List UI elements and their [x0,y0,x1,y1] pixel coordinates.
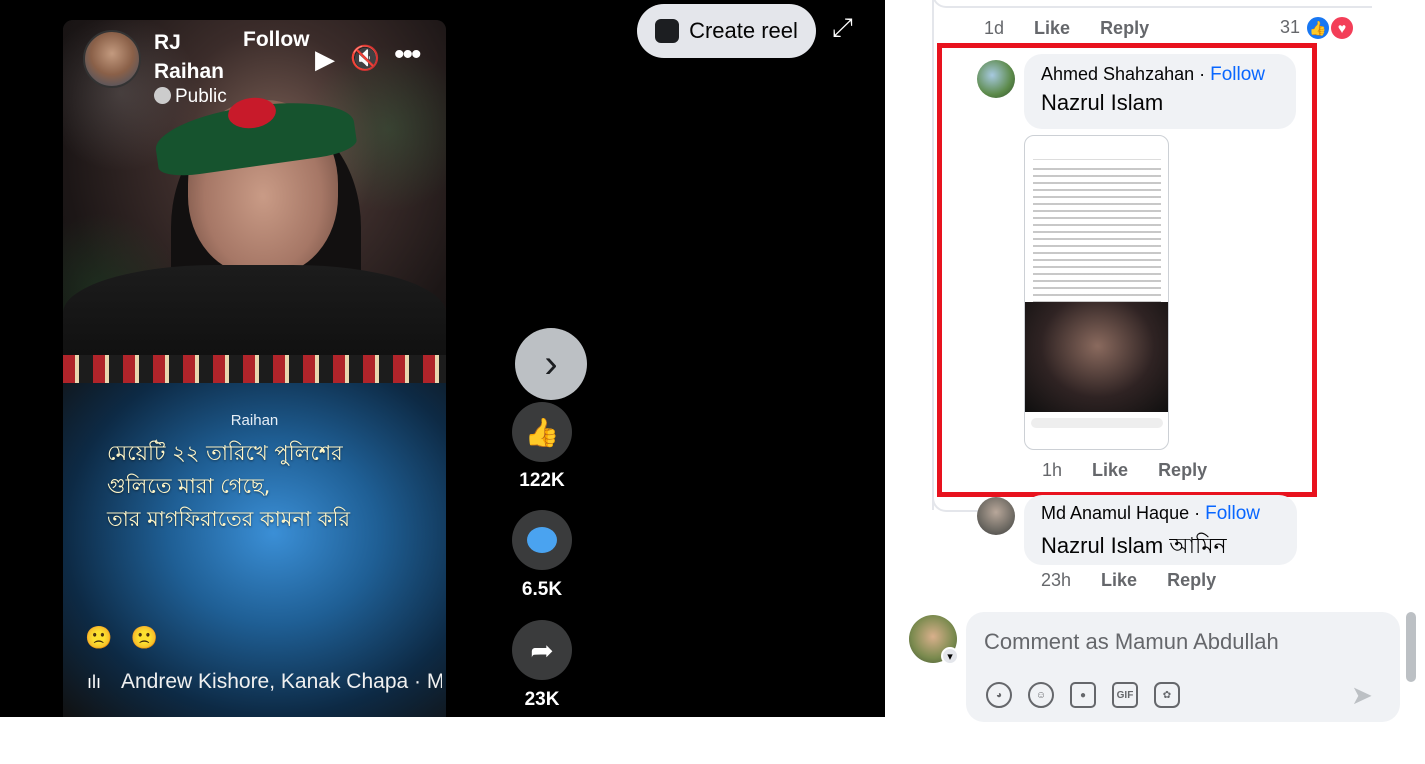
emoji-icon[interactable]: ☺ [1028,682,1054,708]
next-reel-button[interactable]: › [515,328,587,400]
love-reaction-icon: ♥ [1329,15,1355,41]
privacy-text: Public [175,86,227,107]
share-icon: ➦ [530,634,554,666]
comment-text[interactable]: Nazrul Islam আমিন [1041,529,1280,566]
thread-connector [932,0,1372,8]
follow-link[interactable]: Follow [1210,64,1265,85]
photo-scarf-pattern [63,355,446,383]
name-separator: · [1189,503,1206,523]
author-avatar[interactable] [83,30,141,88]
follow-link[interactable]: Follow [1205,503,1260,524]
comment-reply-link[interactable]: Reply [1167,570,1216,590]
comment-reply-link[interactable]: Reply [1158,460,1207,480]
caption-line: তার মাগফিরাতের কামনা করি [107,507,350,531]
reel-video[interactable]: Raihan মেয়েটি ২২ তারিখে পুলিশের গুলিতে … [63,20,446,717]
audio-wave-icon: ılı [87,672,102,692]
caption-line: মেয়েটি ২২ তারিখে পুলিশের [107,441,343,465]
attachment-header [1033,142,1161,160]
commenter-name[interactable]: Md Anamul Haque [1041,503,1189,523]
comment-count: 6.5K [521,579,563,600]
comment-meta: 1h Like Reply [1042,460,1207,481]
share-count: 23K [524,689,560,710]
music-row[interactable]: ılı Andrew Kishore, Kanak Chapa · M [87,670,442,694]
reel-icon [655,19,680,43]
share-button[interactable]: ➦ [512,620,572,680]
comment-like-link[interactable]: Like [1101,570,1137,590]
chevron-down-icon[interactable]: ▾ [941,647,959,665]
follow-button[interactable]: Follow [243,28,310,52]
comment-bubble: Md Anamul Haque · Follow Nazrul Islam আম… [1024,495,1297,565]
reel-area: Raihan মেয়েটি ২২ তারিখে পুলিশের গুলিতে … [0,0,885,717]
attachment-comment-bar [1031,418,1163,428]
caption-line: গুলিতে মারা গেছে, [107,474,271,498]
author-name[interactable]: RJ Raihan [154,28,234,86]
comment-text[interactable]: Nazrul Islam [1041,90,1279,116]
comments-panel: 1d Like Reply 31 👍 ♥ Ahmed Shahzahan · Fol… [885,0,1425,722]
expand-icon[interactable]: ⤢ [832,12,853,44]
comment-body: আমিন [1163,533,1227,558]
caption-emojis: 🙁 🙁 [85,625,164,650]
scrollbar[interactable] [1406,612,1416,682]
thread-line [932,0,934,510]
comment-header: Md Anamul Haque · Follow [1041,503,1280,525]
attachment-image [1025,302,1168,412]
commenter-avatar[interactable] [977,60,1015,98]
globe-icon [154,87,171,104]
comment-icon [527,527,557,553]
play-icon[interactable]: ▶ [315,44,335,75]
create-reel-button[interactable]: Create reel [637,4,816,58]
thumbs-up-icon: 👍 [524,416,560,448]
commenter-avatar[interactable] [977,497,1015,535]
name-separator: · [1194,64,1211,84]
like-button[interactable]: 👍 [512,402,572,462]
comment-time: 1d [984,18,1005,38]
comment-time: 1h [1042,460,1063,480]
comment-meta: 23h Like Reply [1041,570,1216,591]
create-reel-label: Create reel [689,18,798,43]
mentioned-name[interactable]: Nazrul Islam [1041,533,1163,558]
like-count: 122K [519,470,565,491]
comment-screenshot-attachment[interactable] [1024,135,1169,450]
gif-icon[interactable]: GIF [1112,682,1138,708]
commenter-name[interactable]: Ahmed Shahzahan [1041,64,1194,84]
reaction-count[interactable]: 31 [1280,17,1300,38]
comment-meta: 1d Like Reply [984,18,1149,39]
send-icon[interactable]: ➤ [1351,680,1373,711]
comment-bubble: Ahmed Shahzahan · Follow Nazrul Islam [1024,54,1296,129]
sticker-icon[interactable]: ✿ [1154,682,1180,708]
facebook-reel-viewer: Raihan মেয়েটি ২২ তারিখে পুলিশের গুলিতে … [0,0,1425,764]
music-title: Andrew Kishore, Kanak Chapa · M [121,670,442,693]
privacy-label: Public [154,86,227,108]
camera-icon[interactable]: ● [1070,682,1096,708]
comment-composer: ◕ ☺ ● GIF ✿ ➤ [966,612,1400,722]
reel-header: RJ Raihan Follow Public ▶ 🔇 ••• [63,20,446,120]
comment-header: Ahmed Shahzahan · Follow [1041,64,1279,86]
mute-icon[interactable]: 🔇 [350,44,380,73]
attachment-text-lines [1033,168,1161,318]
overlay-name: Raihan [230,412,279,429]
comment-reply-link[interactable]: Reply [1100,18,1149,38]
comment-like-link[interactable]: Like [1034,18,1070,38]
caption-panel [63,383,446,717]
comment-time: 23h [1041,570,1072,590]
comment-input[interactable] [984,627,1384,657]
more-icon[interactable]: ••• [394,38,421,72]
comment-button[interactable] [512,510,572,570]
comment-like-link[interactable]: Like [1092,460,1128,480]
avatar-sticker-icon[interactable]: ◕ [986,682,1012,708]
like-reaction-icon: 👍 [1305,15,1331,41]
